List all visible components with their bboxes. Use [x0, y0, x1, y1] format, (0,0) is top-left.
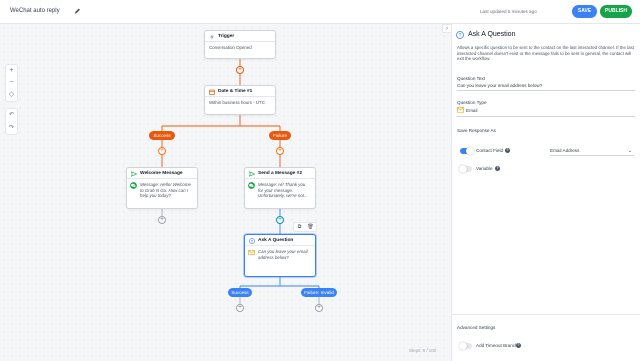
trigger-title: Trigger: [218, 34, 235, 39]
send-message-title: Send a Message #2: [258, 171, 302, 176]
svg-text:?: ?: [459, 33, 462, 39]
question-text-input[interactable]: Can you leave your email address below?: [457, 83, 542, 88]
datetime-node[interactable]: Date & Time #1 Within business hours - U…: [204, 85, 276, 115]
collapse-panel-button[interactable]: ›: [442, 24, 452, 33]
steps-indicator: Steps: 6 / 100: [409, 348, 437, 353]
send-message-node[interactable]: Send a Message #2 Message: Hi! Thank you…: [244, 167, 316, 209]
add-step-button[interactable]: +: [158, 147, 166, 155]
ask-question-text: Can you leave your email address below?: [258, 249, 308, 260]
input-underline: [457, 90, 635, 91]
send-message-text: Message: Hi! Thank you for your message.…: [258, 182, 308, 199]
datetime-title: Date & Time #1: [218, 89, 253, 94]
add-step-button[interactable]: +: [276, 147, 284, 155]
panel-description: Allows a specific question to be sent to…: [457, 45, 634, 62]
email-icon: [457, 107, 464, 113]
datetime-body: Within business hours - UTC: [209, 100, 265, 105]
workflow-canvas[interactable]: + − ◇ ↶ ↷ Trigger Conversation Opened + …: [0, 24, 451, 361]
question-type-select[interactable]: Email: [466, 108, 478, 113]
zoom-controls: + − ◇: [5, 64, 18, 102]
question-text-label: Question Text: [457, 76, 486, 81]
ask-question-title: Ask A Question: [258, 238, 294, 243]
input-underline: [457, 116, 635, 117]
node-toolbar: ⧉ 🗑: [293, 222, 317, 232]
contact-field-select[interactable]: Email Address ⌄: [550, 146, 634, 156]
add-step-button[interactable]: +: [315, 304, 323, 312]
send-icon: [249, 171, 255, 177]
workflow-name: WeChat auto reply: [10, 8, 60, 14]
redo-button[interactable]: ↷: [6, 122, 17, 135]
add-step-button[interactable]: +: [276, 216, 284, 224]
add-step-button[interactable]: +: [236, 66, 244, 74]
wechat-icon: [248, 182, 255, 189]
variable-toggle[interactable]: [459, 165, 472, 173]
branch-failure-pill[interactable]: Failure: [269, 131, 291, 140]
svg-text:?: ?: [251, 238, 254, 243]
calendar-icon: [209, 89, 215, 95]
top-bar: WeChat auto reply Last updated 5 minutes…: [0, 0, 640, 24]
zoom-out-button[interactable]: −: [6, 77, 17, 89]
email-icon: [248, 249, 255, 256]
pencil-icon[interactable]: [74, 7, 81, 15]
advanced-settings-label: Advanced Settings: [457, 325, 496, 330]
workflow-edges: [161, 59, 320, 304]
ask-question-node[interactable]: ? Ask A Question Can you leave your emai…: [244, 234, 316, 277]
timeout-label: Add Timeout Branch: [476, 343, 518, 348]
chevron-down-icon: ⌄: [627, 148, 632, 154]
wechat-icon: [130, 182, 137, 189]
last-updated-text: Last updated 5 minutes ago: [480, 9, 537, 14]
settings-panel: › ? Ask A Question Allows a specific que…: [442, 24, 640, 361]
question-icon: ?: [249, 238, 255, 244]
add-step-button[interactable]: +: [236, 304, 244, 312]
copy-icon[interactable]: ⧉: [294, 223, 305, 232]
question-type-label: Question Type: [457, 100, 487, 105]
help-icon[interactable]: ?: [495, 166, 500, 171]
divider: [452, 314, 640, 315]
undo-button[interactable]: ↶: [6, 109, 17, 122]
trigger-icon: [210, 34, 214, 40]
panel-title: Ask A Question: [468, 31, 516, 38]
help-icon[interactable]: ?: [505, 148, 510, 153]
welcome-message-node[interactable]: Welcome Message Message: Hello! Welcome …: [126, 167, 198, 209]
ask-failure-pill[interactable]: Failure: Invalid: [301, 288, 337, 297]
fit-view-button[interactable]: ◇: [6, 89, 17, 101]
welcome-message-text: Message: Hello! Welcome to Grab N Go. Ho…: [140, 182, 191, 199]
welcome-title: Welcome Message: [140, 171, 183, 176]
trash-icon[interactable]: 🗑: [305, 223, 316, 232]
help-icon[interactable]: ?: [516, 343, 521, 348]
contact-field-label: Contact Field: [476, 148, 504, 153]
variable-label: Variable: [476, 166, 493, 171]
zoom-in-button[interactable]: +: [6, 65, 17, 77]
publish-button[interactable]: PUBLISH: [600, 5, 632, 18]
contact-field-toggle[interactable]: [460, 147, 474, 155]
branch-success-pill[interactable]: Success: [149, 131, 175, 140]
trigger-body: Conversation Opened: [209, 45, 252, 50]
save-response-label: Save Response As: [457, 128, 496, 133]
timeout-toggle[interactable]: [459, 342, 472, 350]
question-icon: ?: [456, 31, 464, 39]
send-icon: [131, 171, 137, 177]
save-button[interactable]: SAVE: [572, 5, 597, 18]
contact-field-value: Email Address: [550, 148, 580, 153]
ask-success-pill[interactable]: Success: [228, 288, 252, 297]
trigger-node[interactable]: Trigger Conversation Opened: [204, 30, 276, 59]
history-controls: ↶ ↷: [5, 108, 18, 135]
add-step-button[interactable]: +: [158, 216, 166, 224]
